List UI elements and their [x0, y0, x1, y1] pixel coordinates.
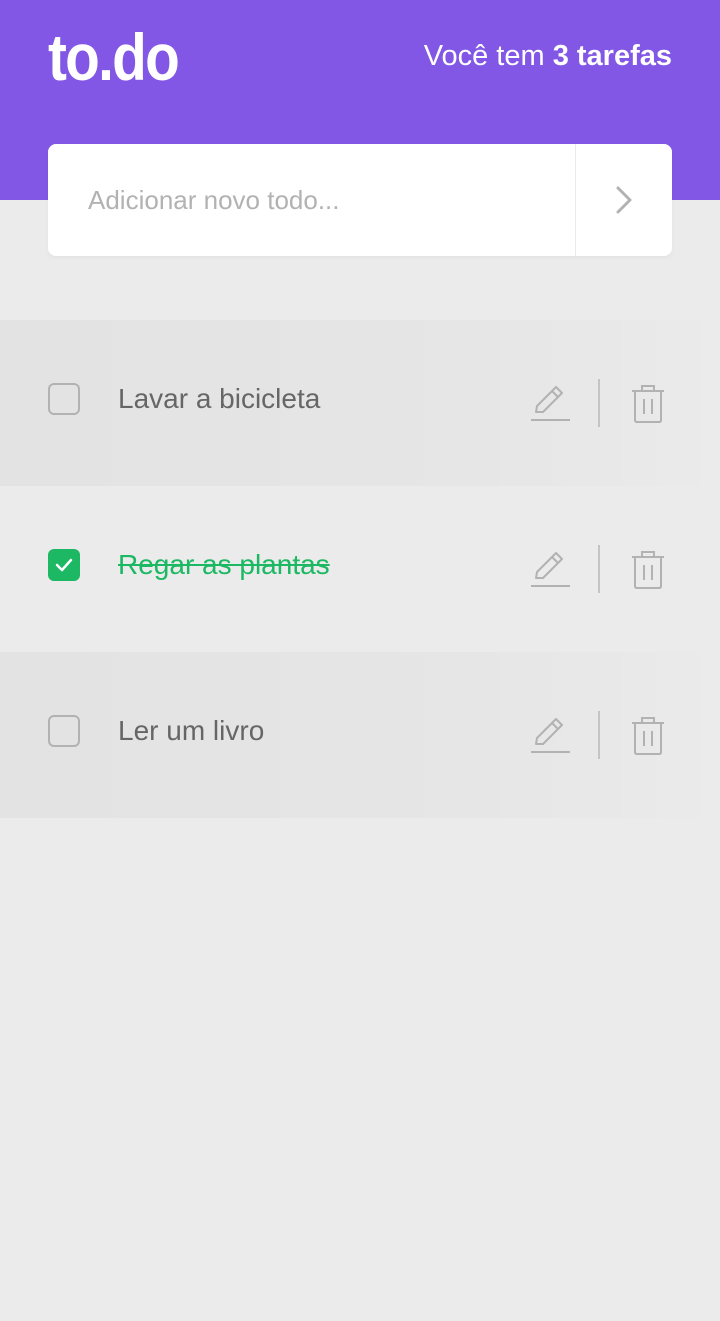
task-item: Regar as plantas [0, 486, 720, 652]
task-counter: Você tem 3 tarefas [424, 38, 672, 74]
task-title: Lavar a bicicleta [118, 383, 321, 414]
task-checkbox[interactable] [48, 383, 80, 415]
app: to.do Você tem 3 tarefas Lavar a bicicle… [0, 0, 720, 1321]
action-divider [598, 711, 600, 759]
edit-icon[interactable] [530, 714, 570, 754]
add-todo-button[interactable] [575, 144, 672, 256]
action-divider [598, 545, 600, 593]
new-todo-input[interactable] [48, 144, 575, 256]
check-icon [55, 558, 73, 572]
task-counter-prefix: Você tem [423, 40, 553, 72]
edit-icon[interactable] [530, 382, 570, 422]
logo: to.do [48, 20, 180, 94]
trash-icon[interactable] [630, 716, 666, 756]
trash-icon[interactable] [630, 384, 666, 424]
task-counter-count: 3 tarefas [552, 40, 672, 72]
chevron-right-icon [616, 186, 632, 214]
new-todo-form [48, 144, 672, 256]
edit-icon[interactable] [530, 548, 570, 588]
action-divider [598, 379, 600, 427]
trash-icon[interactable] [630, 550, 666, 590]
task-checkbox[interactable] [48, 715, 80, 747]
task-list: Lavar a bicicleta Regar as plantas Ler u… [0, 320, 720, 818]
task-item: Ler um livro [0, 652, 720, 818]
task-title: Regar as plantas [118, 549, 330, 580]
task-item: Lavar a bicicleta [0, 320, 720, 486]
task-title: Ler um livro [118, 715, 265, 746]
task-checkbox[interactable] [48, 549, 80, 581]
